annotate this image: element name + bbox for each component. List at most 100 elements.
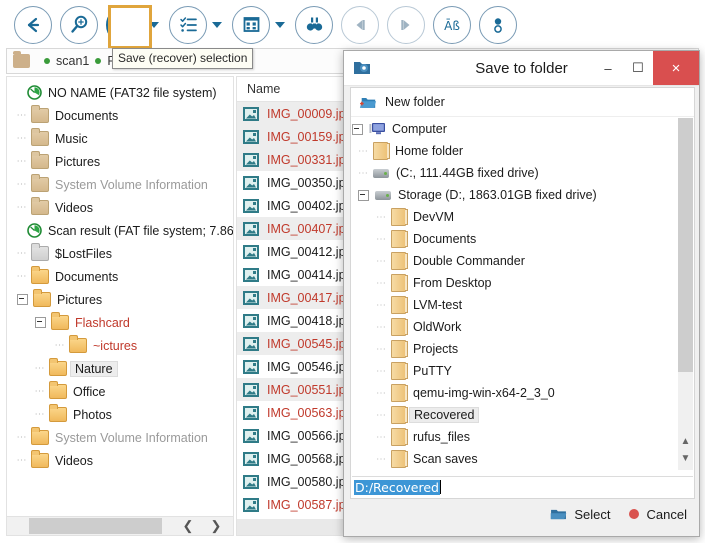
tree-item-system-volume-information[interactable]: ⋯ System Volume Information xyxy=(7,173,233,196)
list-view-button[interactable] xyxy=(169,5,207,44)
dialog-tree-item-documents[interactable]: ⋯ Documents xyxy=(352,228,693,250)
grid-view-button[interactable] xyxy=(232,5,270,44)
dialog-tree-item-computer[interactable]: Computer xyxy=(352,118,693,140)
scroll-down-arrow-icon[interactable]: ▼ xyxy=(678,453,693,470)
dialog-tree-item-home-folder[interactable]: ⋯ Home folder xyxy=(352,140,693,162)
column-header-name[interactable]: Name xyxy=(247,82,280,96)
tree-item-pictures[interactable]: ⋯ Pictures xyxy=(7,150,233,173)
tree-connector-icon: ⋯ xyxy=(376,409,387,421)
folder-tree-panel[interactable]: NO NAME (FAT32 file system) ⋯ Documents ⋯ Mu… xyxy=(6,76,234,536)
dialog-tree-item-label: (C:, 111.44GB fixed drive) xyxy=(396,166,539,180)
tree-connector-icon: ⋯ xyxy=(376,299,387,311)
dialog-body: New folder Computer ⋯ Home folder ⋯ (C:, 111… xyxy=(350,87,695,499)
select-button[interactable]: Select xyxy=(550,507,611,522)
scroll-left-arrow-icon[interactable]: ❮ xyxy=(177,517,199,535)
collapse-toggle-icon[interactable] xyxy=(35,317,46,328)
file-name: IMG_00563.jpg xyxy=(267,405,353,420)
dialog-footer: Select Cancel xyxy=(350,500,695,528)
dialog-folder-tree[interactable]: Computer ⋯ Home folder ⋯ (C:, 111.44GB fixed… xyxy=(352,118,693,470)
chevron-down-icon xyxy=(275,21,285,28)
encoding-button[interactable]: Āß xyxy=(433,5,471,44)
tree-connector-icon: ⋯ xyxy=(16,110,28,121)
tree-item-system-volume-information[interactable]: ⋯ System Volume Information xyxy=(7,426,233,449)
tree-item-documents[interactable]: ⋯ Documents xyxy=(7,104,233,127)
back-button[interactable] xyxy=(14,5,52,44)
folder-yellow-icon xyxy=(69,335,87,353)
binoculars-icon xyxy=(306,17,322,31)
tree-item-pictures[interactable]: Pictures xyxy=(7,288,233,311)
tree-connector-icon: ⋯ xyxy=(16,202,28,213)
tree-item-no-name-fat32-file-system[interactable]: NO NAME (FAT32 file system) xyxy=(7,81,233,104)
new-folder-icon xyxy=(359,97,377,108)
dialog-tree-item-projects[interactable]: ⋯ Projects xyxy=(352,338,693,360)
collapse-toggle-icon[interactable] xyxy=(352,123,363,135)
maximize-button[interactable]: ☐ xyxy=(623,51,653,85)
tree-item-label: Music xyxy=(55,131,88,146)
new-folder-label: New folder xyxy=(385,95,445,109)
breadcrumb-item-0[interactable]: scan1 xyxy=(56,54,89,68)
ab-encoding-icon: Āß xyxy=(444,19,460,33)
user-button[interactable] xyxy=(479,5,517,44)
path-input[interactable]: D:/Recovered xyxy=(352,476,693,497)
grid-view-dropdown-caret[interactable] xyxy=(273,6,287,44)
drive-icon xyxy=(375,190,391,200)
tree-connector-icon: ⋯ xyxy=(16,156,28,167)
tree-item-label: Office xyxy=(73,384,106,399)
next-button[interactable] xyxy=(387,5,425,44)
cancel-button[interactable]: Cancel xyxy=(628,507,687,522)
dialog-tree-item-storage-d-1863-01gb-fixed-drive[interactable]: Storage (D:, 1863.01GB fixed drive) xyxy=(352,184,693,206)
tree-item-nature[interactable]: ⋯ Nature xyxy=(7,357,233,380)
search-scan-button[interactable] xyxy=(60,5,98,44)
dialog-tree-item-recovered[interactable]: ⋯ Recovered xyxy=(352,404,693,426)
dialog-tree-item-devvm[interactable]: ⋯ DevVM xyxy=(352,206,693,228)
dialog-tree-item-putty[interactable]: ⋯ PuTTY xyxy=(352,360,693,382)
dialog-tree-item-c-111-44gb-fixed-drive[interactable]: ⋯ (C:, 111.44GB fixed drive) xyxy=(352,162,693,184)
list-view-dropdown-caret[interactable] xyxy=(210,6,224,44)
tree-item-scan-result-fat-file-system-7-86-gb-in-56[interactable]: Scan result (FAT file system; 7.86 GB in… xyxy=(7,219,233,242)
tree-item-ictures[interactable]: ⋯ ~ictures xyxy=(7,334,233,357)
dialog-tree-item-label: qemu-img-win-x64-2_3_0 xyxy=(413,386,555,400)
new-folder-button[interactable]: New folder xyxy=(351,88,694,117)
collapse-toggle-icon[interactable] xyxy=(358,189,369,201)
tree-item-videos[interactable]: ⋯ Videos xyxy=(7,196,233,219)
folder-tan-icon xyxy=(31,151,49,169)
minimize-button[interactable]: – xyxy=(593,51,623,85)
previous-button[interactable] xyxy=(341,5,379,44)
tree-connector-icon: ⋯ xyxy=(376,365,387,377)
folder-icon xyxy=(391,340,408,358)
scrollbar-thumb[interactable] xyxy=(29,518,162,534)
find-button[interactable] xyxy=(295,5,333,44)
dialog-tree-item-qemu-img-win-x64-2-3-0[interactable]: ⋯ qemu-img-win-x64-2_3_0 xyxy=(352,382,693,404)
tree-item-music[interactable]: ⋯ Music xyxy=(7,127,233,150)
close-button[interactable]: × xyxy=(653,51,699,85)
window-buttons: – ☐ × xyxy=(593,51,699,85)
dialog-tree-item-rufus-files[interactable]: ⋯ rufus_files xyxy=(352,426,693,448)
folder-grey-icon xyxy=(31,243,49,261)
tree-item-documents[interactable]: ⋯ Documents xyxy=(7,265,233,288)
tree-connector-icon: ⋯ xyxy=(16,133,28,144)
collapse-toggle-icon[interactable] xyxy=(17,294,28,305)
tree-item-label: Pictures xyxy=(57,292,103,307)
tree-item-videos[interactable]: ⋯ Videos xyxy=(7,449,233,472)
dialog-tree-item-from-desktop[interactable]: ⋯ From Desktop xyxy=(352,272,693,294)
tree-item-photos[interactable]: ⋯ Photos xyxy=(7,403,233,426)
dialog-tree-item-scan-saves[interactable]: ⋯ Scan saves xyxy=(352,448,693,470)
scroll-right-arrow-icon[interactable]: ❯ xyxy=(205,517,227,535)
dialog-title-bar[interactable]: Save to folder – ☐ × xyxy=(344,51,699,86)
tree-item-office[interactable]: ⋯ Office xyxy=(7,380,233,403)
file-name: IMG_00568.jpg xyxy=(267,451,353,466)
dialog-tree-item-label: LVM-test xyxy=(413,298,463,312)
folder-tan-icon xyxy=(31,197,49,215)
dialog-tree-item-double-commander[interactable]: ⋯ Double Commander xyxy=(352,250,693,272)
tree-item-lostfiles[interactable]: ⋯ $LostFiles xyxy=(7,242,233,265)
scrollbar-thumb[interactable] xyxy=(678,118,693,372)
scroll-up-arrow-icon[interactable]: ▲ xyxy=(678,436,693,453)
path-input-value[interactable]: D:/Recovered xyxy=(354,479,440,495)
dialog-tree-item-oldwork[interactable]: ⋯ OldWork xyxy=(352,316,693,338)
dialog-tree-item-lvm-test[interactable]: ⋯ LVM-test xyxy=(352,294,693,316)
tree-horizontal-scrollbar[interactable]: ❮ ❯ xyxy=(6,516,234,536)
dialog-vertical-scrollbar[interactable]: ▲ ▼ xyxy=(678,118,693,470)
computer-icon xyxy=(369,122,386,136)
folder-yellow-icon xyxy=(31,450,49,468)
tree-item-flashcard[interactable]: Flashcard xyxy=(7,311,233,334)
